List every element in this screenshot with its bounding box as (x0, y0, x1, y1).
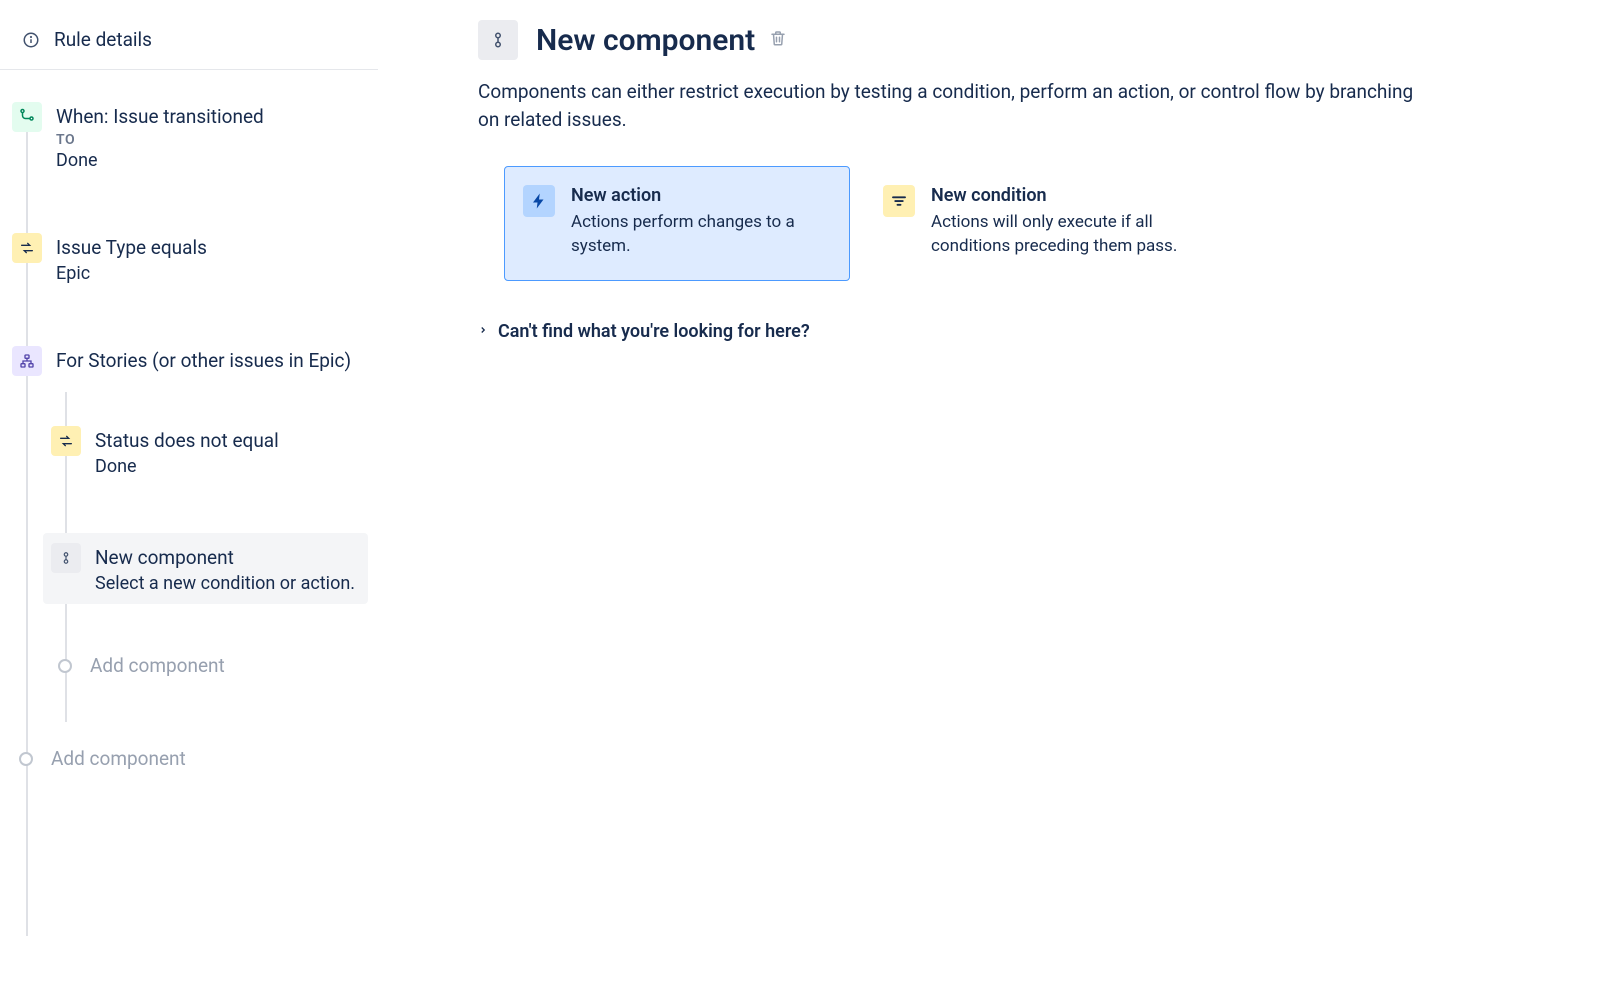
add-component-nested-button[interactable]: Add component (49, 654, 368, 677)
main-content: New component Components can either rest… (378, 0, 1478, 1001)
component-icon (51, 543, 81, 573)
sidebar-item-trigger[interactable]: When: Issue transitioned TO Done (10, 96, 368, 177)
component-type-cards: New action Actions perform changes to a … (504, 166, 1438, 281)
page-title: New component (536, 23, 755, 58)
branch-icon (12, 346, 42, 376)
rule-details-button[interactable]: Rule details (0, 28, 378, 70)
card-condition-desc: Actions will only execute if all conditi… (931, 210, 1191, 258)
chevron-right-icon (478, 321, 488, 342)
branch-title: For Stories (or other issues in Epic) (56, 348, 360, 374)
trigger-meta: TO (56, 132, 360, 148)
branch-children: Status does not equal Done New component… (49, 392, 368, 677)
add-component-button[interactable]: Add component (10, 747, 368, 770)
card-new-condition[interactable]: New condition Actions will only execute … (864, 166, 1210, 281)
new-component-sub: Select a new condition or action. (95, 573, 360, 594)
filter-icon (883, 185, 915, 217)
help-text: Can't find what you're looking for here? (498, 321, 810, 342)
sidebar-item-condition-status[interactable]: Status does not equal Done (49, 420, 368, 483)
component-icon (478, 20, 518, 60)
card-action-desc: Actions perform changes to a system. (571, 210, 831, 258)
condition-issuetype-title: Issue Type equals (56, 235, 360, 261)
delete-component-button[interactable] (769, 29, 787, 51)
rule-details-label: Rule details (54, 28, 152, 51)
condition-status-title: Status does not equal (95, 428, 360, 454)
card-condition-title: New condition (931, 185, 1191, 206)
sidebar-item-branch[interactable]: For Stories (or other issues in Epic) (10, 340, 368, 382)
rule-sidebar: Rule details When: Issue transitioned TO… (0, 0, 378, 1001)
condition-status-sub: Done (95, 456, 360, 477)
add-circle-icon (58, 659, 72, 673)
card-new-action[interactable]: New action Actions perform changes to a … (504, 166, 850, 281)
add-component-label: Add component (51, 747, 186, 770)
new-component-title: New component (95, 545, 360, 571)
page-description: Components can either restrict execution… (478, 78, 1438, 134)
sidebar-item-new-component[interactable]: New component Select a new condition or … (43, 533, 368, 604)
condition-icon (12, 233, 42, 263)
info-icon (22, 31, 40, 49)
action-icon (523, 185, 555, 217)
trigger-icon (12, 102, 42, 132)
rule-tree: When: Issue transitioned TO Done Issue T… (0, 70, 378, 770)
add-circle-icon (19, 752, 33, 766)
page-header: New component (478, 20, 1438, 60)
condition-issuetype-sub: Epic (56, 263, 360, 284)
trigger-sub: Done (56, 150, 360, 171)
help-expand-button[interactable]: Can't find what you're looking for here? (478, 321, 1438, 342)
sidebar-item-condition-issuetype[interactable]: Issue Type equals Epic (10, 227, 368, 290)
card-action-title: New action (571, 185, 831, 206)
condition-icon (51, 426, 81, 456)
trigger-title: When: Issue transitioned (56, 104, 360, 130)
add-component-label: Add component (90, 654, 225, 677)
